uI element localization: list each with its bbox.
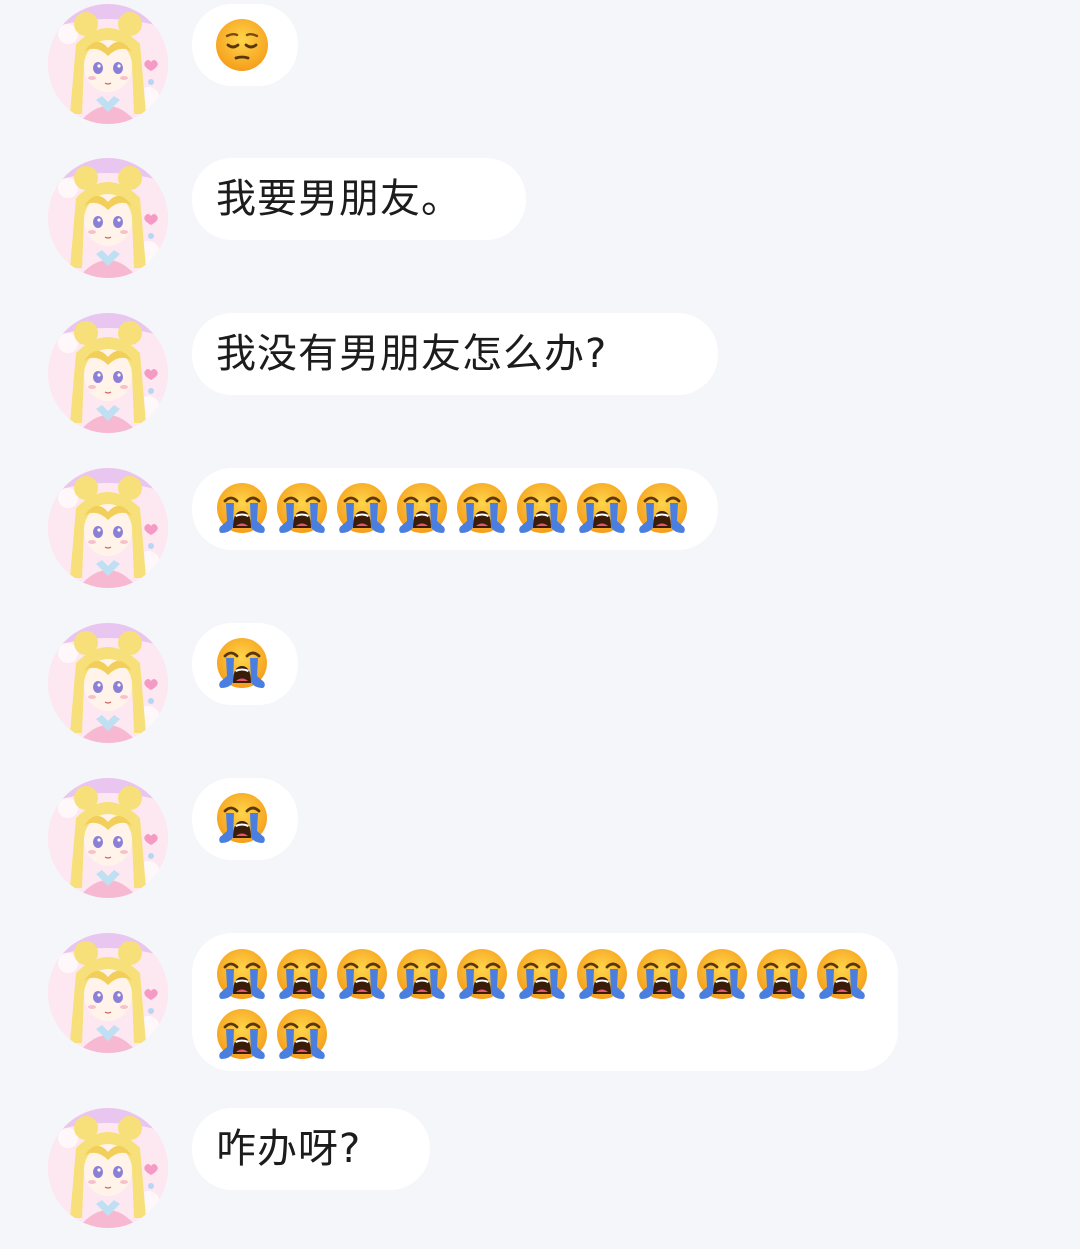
- sender-avatar[interactable]: [48, 778, 168, 898]
- loudly-crying-face-icon: [814, 947, 870, 1003]
- message-row: [0, 778, 1080, 898]
- loudly-crying-face-icon: [754, 947, 810, 1003]
- loudly-crying-face-icon: [214, 947, 270, 1003]
- message-text: 我要男朋友。: [216, 176, 462, 222]
- message-row: 咋办呀?: [0, 1108, 1080, 1228]
- message-row: 我要男朋友。: [0, 158, 1080, 278]
- message-text: 咋办呀?: [216, 1126, 362, 1172]
- message-bubble[interactable]: 我没有男朋友怎么办?: [192, 313, 718, 395]
- emoji-group: [214, 17, 276, 73]
- message-text: 我没有男朋友怎么办?: [216, 331, 608, 377]
- loudly-crying-face-icon: [214, 791, 270, 847]
- message-row: [0, 468, 1080, 588]
- sender-avatar[interactable]: [48, 4, 168, 124]
- sailor-moon-avatar-icon: [48, 313, 168, 433]
- message-bubble[interactable]: 我要男朋友。: [192, 158, 526, 240]
- sender-avatar[interactable]: [48, 313, 168, 433]
- emoji-group: [214, 636, 276, 692]
- message-bubble[interactable]: [192, 623, 298, 705]
- loudly-crying-face-icon: [274, 1007, 330, 1063]
- sailor-moon-avatar-icon: [48, 778, 168, 898]
- message-bubble[interactable]: [192, 4, 298, 86]
- pensive-face-icon: [214, 17, 270, 73]
- emoji-group: [214, 791, 276, 847]
- loudly-crying-face-icon: [574, 481, 630, 537]
- sailor-moon-avatar-icon: [48, 1108, 168, 1228]
- loudly-crying-face-icon: [214, 481, 270, 537]
- loudly-crying-face-icon: [634, 947, 690, 1003]
- loudly-crying-face-icon: [514, 481, 570, 537]
- message-row: [0, 4, 1080, 124]
- sailor-moon-avatar-icon: [48, 158, 168, 278]
- sender-avatar[interactable]: [48, 158, 168, 278]
- loudly-crying-face-icon: [694, 947, 750, 1003]
- message-row: [0, 933, 1080, 1073]
- sailor-moon-avatar-icon: [48, 623, 168, 743]
- message-row: [0, 623, 1080, 743]
- loudly-crying-face-icon: [394, 947, 450, 1003]
- sailor-moon-avatar-icon: [48, 933, 168, 1053]
- loudly-crying-face-icon: [394, 481, 450, 537]
- loudly-crying-face-icon: [334, 947, 390, 1003]
- emoji-group: [214, 481, 696, 537]
- loudly-crying-face-icon: [454, 481, 510, 537]
- loudly-crying-face-icon: [274, 481, 330, 537]
- message-bubble[interactable]: [192, 933, 898, 1071]
- loudly-crying-face-icon: [274, 947, 330, 1003]
- loudly-crying-face-icon: [334, 481, 390, 537]
- message-bubble[interactable]: 咋办呀?: [192, 1108, 430, 1190]
- emoji-group: [214, 947, 874, 1063]
- message-bubble[interactable]: [192, 778, 298, 860]
- sender-avatar[interactable]: [48, 933, 168, 1053]
- sailor-moon-avatar-icon: [48, 4, 168, 124]
- sender-avatar[interactable]: [48, 1108, 168, 1228]
- chat-message-list[interactable]: 我要男朋友。 我没有男朋友怎么办? 咋办呀?: [0, 0, 1080, 1249]
- sender-avatar[interactable]: [48, 623, 168, 743]
- loudly-crying-face-icon: [514, 947, 570, 1003]
- loudly-crying-face-icon: [454, 947, 510, 1003]
- loudly-crying-face-icon: [214, 1007, 270, 1063]
- sailor-moon-avatar-icon: [48, 468, 168, 588]
- sender-avatar[interactable]: [48, 468, 168, 588]
- message-bubble[interactable]: [192, 468, 718, 550]
- loudly-crying-face-icon: [634, 481, 690, 537]
- message-row: 我没有男朋友怎么办?: [0, 313, 1080, 433]
- loudly-crying-face-icon: [214, 636, 270, 692]
- loudly-crying-face-icon: [574, 947, 630, 1003]
